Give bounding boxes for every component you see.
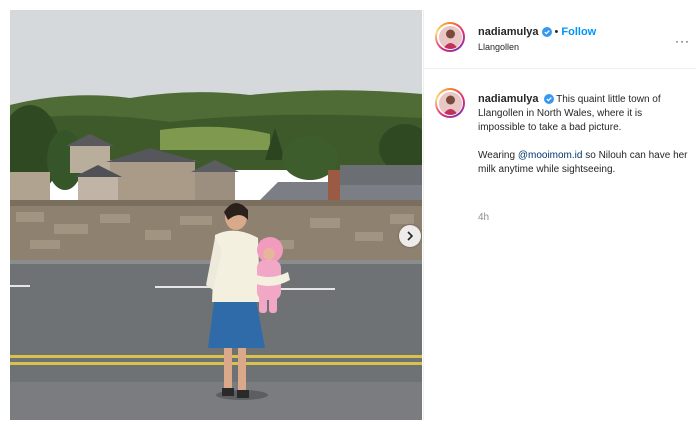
- mention-link[interactable]: @mooimom.id: [518, 150, 583, 161]
- post-header: nadiamulya • Follow Llangollen ···: [424, 10, 696, 69]
- follow-button[interactable]: Follow: [561, 26, 596, 38]
- avatar-image: [438, 25, 462, 49]
- avatar-image: [438, 91, 462, 115]
- verified-badge-icon: [541, 27, 552, 37]
- post-caption: nadiamulya This quaint little town of Ll…: [478, 92, 690, 177]
- separator-dot: •: [554, 26, 559, 38]
- caption-paragraph-2: Wearing @mooimom.id so Nilouh can have h…: [478, 149, 690, 177]
- photo-scene: [10, 10, 422, 420]
- caption-avatar[interactable]: [435, 88, 465, 118]
- location-link[interactable]: Llangollen: [478, 42, 519, 52]
- caption-text-before-mention: Wearing: [478, 150, 518, 161]
- caption-paragraph-1: nadiamulya This quaint little town of Ll…: [478, 92, 690, 135]
- post-modal: nadiamulya • Follow Llangollen ··· nadiamu…: [0, 0, 700, 430]
- post-photo[interactable]: [10, 10, 422, 420]
- caption-username-link[interactable]: nadiamulya: [478, 93, 539, 105]
- next-photo-button[interactable]: [399, 225, 421, 247]
- username-link[interactable]: nadiamulya: [478, 26, 539, 38]
- post-timestamp[interactable]: 4h: [478, 212, 489, 223]
- verified-badge-icon: [543, 94, 554, 104]
- avatar[interactable]: [435, 22, 465, 52]
- header-user-line: nadiamulya • Follow: [478, 26, 596, 38]
- post-side-panel: nadiamulya • Follow Llangollen ··· nadiamu…: [423, 10, 696, 420]
- chevron-right-icon: [407, 231, 414, 241]
- more-options-icon[interactable]: ···: [675, 34, 690, 48]
